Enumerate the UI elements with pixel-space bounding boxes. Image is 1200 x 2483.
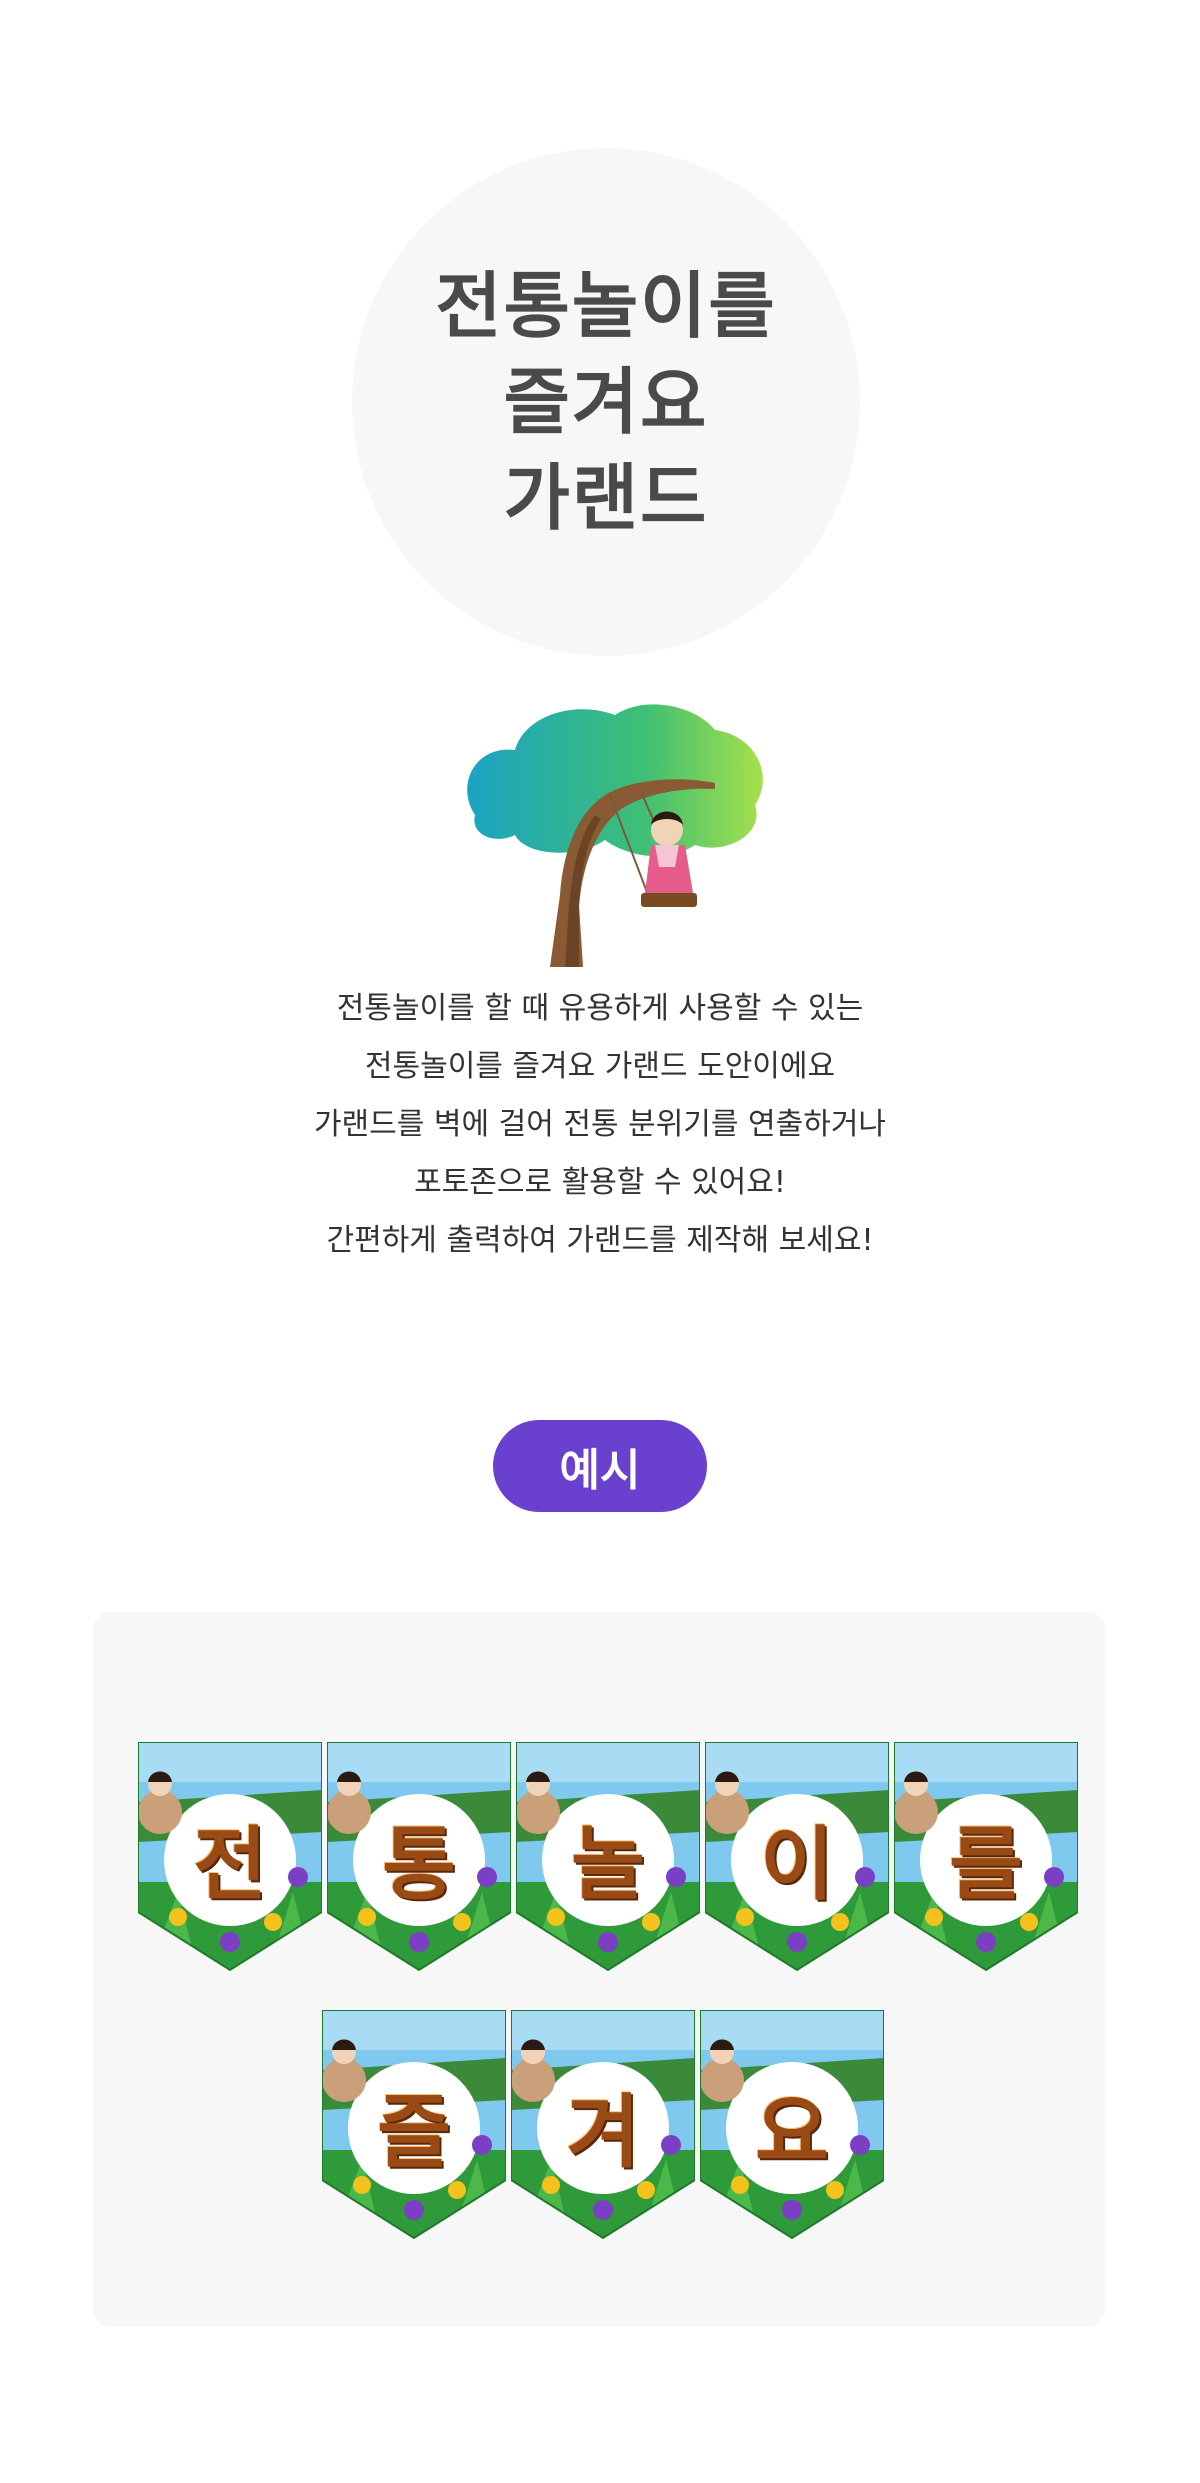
description-line-5: 간편하게 출력하여 가랜드를 제작해 보세요! [326,1223,874,1258]
pennant-letter: 즐 [377,2086,451,2179]
garland-pennant: 즐 [322,2010,506,2240]
pennant-letter: 놀 [571,1818,645,1911]
pennant-letter: 겨 [566,2086,640,2179]
garland-pennant: 전 [138,1742,322,1972]
pennant-letter: 요 [755,2086,829,2179]
description: 전통놀이를 할 때 유용하게 사용할 수 있는 전통놀이를 즐겨요 가랜드 도안… [200,980,1000,1270]
garland-pennant: 요 [700,2010,884,2240]
tree-swing-illustration [455,695,775,967]
garland-pennant: 놀 [516,1742,700,1972]
page-title-line-1: 전통놀이를 [435,264,777,348]
page-title-line-2: 즐겨요 [503,360,709,444]
pennant-letter: 통 [382,1818,456,1911]
example-panel: 전 통 놀 이 를 즐 겨 요 [93,1612,1105,2327]
description-line-4: 포토존으로 활용할 수 있어요! [414,1165,786,1200]
description-line-1: 전통놀이를 할 때 유용하게 사용할 수 있는 [336,991,864,1026]
description-line-3: 가랜드를 벽에 걸어 전통 분위기를 연출하거나 [313,1107,887,1142]
description-line-2: 전통놀이를 즐겨요 가랜드 도안이에요 [364,1049,836,1084]
title-circle: 전통놀이를 즐겨요 가랜드 [352,148,860,656]
garland-pennant: 겨 [511,2010,695,2240]
garland-pennant: 통 [327,1742,511,1972]
garland-pennant: 를 [894,1742,1078,1972]
pennant-letter: 를 [949,1818,1023,1911]
page-title-line-3: 가랜드 [503,456,709,540]
pennant-letter: 전 [193,1818,267,1911]
pennant-letter: 이 [760,1818,834,1911]
garland-pennant: 이 [705,1742,889,1972]
example-badge: 예시 [493,1420,707,1512]
